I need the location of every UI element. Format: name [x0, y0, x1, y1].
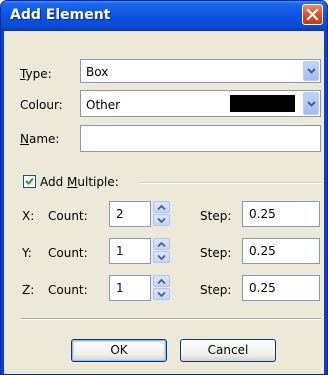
colour-label: Colour:	[20, 98, 63, 112]
x-count-label: Count:	[48, 209, 88, 223]
y-count-label: Count:	[48, 246, 88, 260]
arrow-up-icon	[157, 242, 166, 247]
z-count-stepper[interactable]	[153, 275, 170, 301]
type-select-value: Box	[86, 65, 109, 79]
checkmark-icon	[25, 177, 34, 185]
group-divider	[140, 182, 321, 184]
arrow-down-icon	[157, 218, 166, 223]
dialog-client-area: Type: Box Colour: Other Name: Add Multip…	[4, 31, 324, 374]
x-step-input[interactable]: 0.25	[242, 201, 320, 227]
colour-select-value: Other	[86, 98, 121, 112]
add-element-dialog: Add Element Type: Box Colour: Other Name…	[0, 0, 328, 375]
z-count-input[interactable]: 1	[109, 275, 151, 301]
z-count-decrement[interactable]	[153, 288, 170, 300]
type-label: Type:	[20, 67, 52, 81]
x-count-input[interactable]: 2	[109, 201, 151, 227]
type-select[interactable]: Box	[80, 59, 321, 83]
arrow-up-icon	[157, 279, 166, 284]
colour-swatch	[230, 95, 295, 112]
y-step-value: 0.25	[249, 244, 276, 258]
type-dropdown-button[interactable]	[303, 61, 319, 81]
z-step-input[interactable]: 0.25	[242, 275, 320, 301]
y-axis-label: Y:	[22, 246, 32, 260]
y-count-decrement[interactable]	[153, 251, 170, 263]
add-multiple-checkbox[interactable]	[23, 175, 36, 188]
chevron-down-icon	[307, 100, 316, 107]
z-step-label: Step:	[200, 283, 232, 297]
z-step-value: 0.25	[249, 281, 276, 295]
x-step-label: Step:	[200, 209, 232, 223]
y-step-input[interactable]: 0.25	[242, 238, 320, 264]
z-count-increment[interactable]	[153, 275, 170, 287]
x-axis-label: X:	[22, 209, 35, 223]
z-axis-label: Z:	[22, 283, 35, 297]
close-button[interactable]	[302, 4, 323, 25]
x-count-decrement[interactable]	[153, 214, 170, 226]
x-count-increment[interactable]	[153, 201, 170, 213]
add-multiple-label[interactable]: Add Multiple:	[40, 175, 119, 189]
arrow-down-icon	[157, 255, 166, 260]
y-count-input[interactable]: 1	[109, 238, 151, 264]
y-count-stepper[interactable]	[153, 238, 170, 264]
name-input[interactable]	[80, 125, 321, 152]
close-icon	[306, 8, 319, 21]
y-count-increment[interactable]	[153, 238, 170, 250]
z-count-label: Count:	[48, 283, 88, 297]
cancel-button[interactable]: Cancel	[180, 339, 276, 362]
button-separator	[21, 318, 321, 320]
colour-dropdown-button[interactable]	[303, 92, 319, 115]
ok-button[interactable]: OK	[71, 339, 167, 362]
name-label: Name:	[20, 132, 60, 146]
y-count-value: 1	[116, 244, 124, 258]
x-step-value: 0.25	[249, 207, 276, 221]
chevron-down-icon	[307, 68, 316, 74]
y-step-label: Step:	[200, 246, 232, 260]
z-count-value: 1	[116, 281, 124, 295]
arrow-up-icon	[157, 205, 166, 210]
dialog-title: Add Element	[10, 7, 111, 23]
x-count-stepper[interactable]	[153, 201, 170, 227]
arrow-down-icon	[157, 292, 166, 297]
x-count-value: 2	[116, 207, 124, 221]
title-bar[interactable]: Add Element	[1, 1, 327, 31]
colour-select[interactable]: Other	[80, 90, 321, 117]
